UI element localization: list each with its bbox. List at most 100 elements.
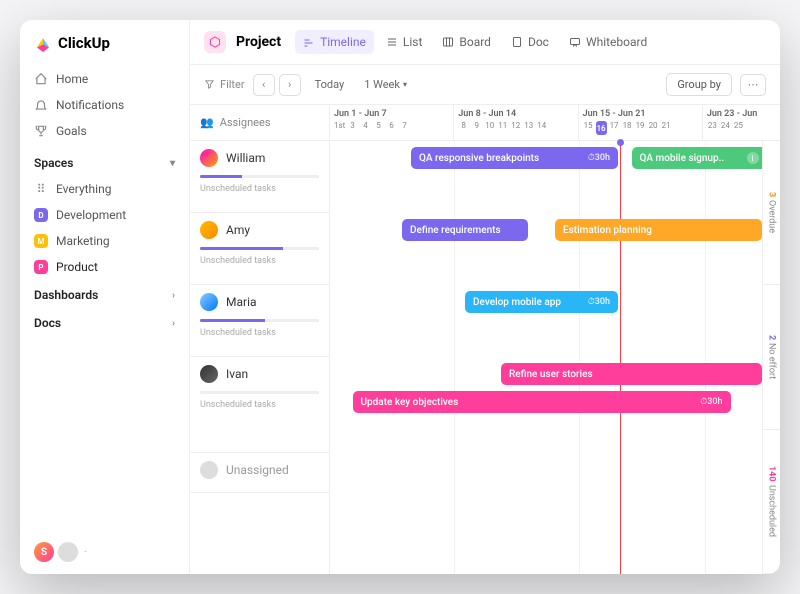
list-icon (386, 36, 398, 48)
week-label: Jun 1 - Jun 7 (334, 109, 449, 119)
assignee-row-unassigned: Unassigned (190, 453, 329, 493)
task-label: Estimation planning (563, 225, 652, 236)
view-label: Timeline (320, 35, 366, 49)
tab-label: Unscheduled (767, 485, 777, 537)
nav-goals[interactable]: Goals (20, 118, 189, 144)
team-avatar[interactable] (58, 542, 78, 562)
assignee-name: Amy (226, 223, 250, 237)
space-everything[interactable]: ⠿ Everything (20, 176, 189, 202)
unscheduled-label[interactable]: Unscheduled tasks (200, 328, 319, 338)
week-col: Jun 8 - Jun 14 891011121314 (453, 105, 577, 140)
task-develop-mobile[interactable]: Develop mobile app ⏱30h (465, 291, 618, 313)
today-marker: 16 (596, 121, 607, 135)
tab-noeffort[interactable]: 2 No effort (763, 285, 780, 429)
project-icon (204, 31, 226, 53)
task-qa-mobile[interactable]: QA mobile signup.. i (632, 147, 767, 169)
week-label: Jun 23 - Jun (707, 109, 776, 119)
group-by-label: Group by (677, 78, 721, 91)
space-marketing[interactable]: M Marketing (20, 228, 189, 254)
topbar: Project Timeline List Board Doc Whiteboa… (190, 20, 780, 65)
task-update-obj[interactable]: Update key objectives ⏱30h (353, 391, 731, 413)
view-label: Board (459, 35, 491, 49)
task-hours: ⏱30h (700, 397, 722, 407)
filter-button[interactable]: Filter (204, 78, 245, 91)
progress-bar (200, 391, 319, 394)
view-board[interactable]: Board (434, 30, 499, 54)
task-lane: Develop mobile app ⏱30h (330, 285, 780, 357)
nav-label: Goals (56, 124, 87, 138)
task-define-req[interactable]: Define requirements (402, 219, 528, 241)
nav-section: Home Notifications Goals (20, 62, 189, 148)
count: 3 (767, 192, 777, 197)
group-by-button[interactable]: Group by (666, 73, 732, 96)
assignee-header[interactable]: 👥 Assignees (190, 105, 329, 141)
task-label: QA mobile signup.. (640, 153, 725, 164)
space-development[interactable]: D Development (20, 202, 189, 228)
nav-home[interactable]: Home (20, 66, 189, 92)
spaces-header[interactable]: Spaces ▾ (20, 148, 189, 176)
space-badge: D (34, 208, 48, 222)
task-label: QA responsive breakpoints (419, 153, 539, 164)
avatar (200, 293, 218, 311)
view-list[interactable]: List (378, 30, 431, 54)
prev-button[interactable]: ‹ (253, 74, 275, 96)
task-lane: QA responsive breakpoints ⏱30h QA mobile… (330, 141, 780, 213)
people-icon: 👥 (200, 116, 214, 129)
assignee-row: William Unscheduled tasks (190, 141, 329, 213)
unscheduled-label[interactable]: Unscheduled tasks (200, 256, 319, 266)
avatar-more[interactable]: · (84, 547, 87, 558)
count: 2 (767, 335, 777, 340)
task-estimation[interactable]: Estimation planning (555, 219, 762, 241)
timeline: 👥 Assignees William Unscheduled tasks Am… (190, 105, 780, 574)
chevron-right-icon: › (172, 318, 175, 329)
dashboards-header[interactable]: Dashboards › (20, 280, 189, 308)
section-label: Docs (34, 316, 61, 330)
docs-header[interactable]: Docs › (20, 308, 189, 336)
more-button[interactable]: ⋯ (740, 74, 766, 96)
user-avatar[interactable]: S (34, 542, 54, 562)
unscheduled-label[interactable]: Unscheduled tasks (200, 184, 319, 194)
assignee-row: Ivan Unscheduled tasks (190, 357, 329, 453)
chevron-right-icon: › (172, 290, 175, 301)
grid-icon: ⠿ (34, 182, 48, 196)
week-col: Jun 1 - Jun 7 1st34567 (330, 105, 453, 140)
today-button[interactable]: Today (309, 76, 351, 93)
tab-unscheduled[interactable]: 140 Unscheduled (763, 430, 780, 574)
day: 1st (334, 121, 345, 130)
task-label: Refine user stories (509, 369, 593, 380)
progress-bar (200, 319, 319, 322)
task-hours: ⏱30h (588, 153, 610, 163)
week-label: Jun 8 - Jun 14 (458, 109, 573, 119)
task-refine[interactable]: Refine user stories (501, 363, 762, 385)
view-whiteboard[interactable]: Whiteboard (561, 30, 655, 54)
avatar (200, 221, 218, 239)
assignee-row: Maria Unscheduled tasks (190, 285, 329, 357)
view-doc[interactable]: Doc (503, 30, 557, 54)
nav-label: Notifications (56, 98, 124, 112)
tab-label: No effort (767, 343, 777, 379)
view-label: Doc (528, 35, 549, 49)
nav-notifications[interactable]: Notifications (20, 92, 189, 118)
main: Project Timeline List Board Doc Whiteboa… (190, 20, 780, 574)
timeline-grid[interactable]: Jun 1 - Jun 7 1st34567 Jun 8 - Jun 14 89… (330, 105, 780, 574)
space-product[interactable]: P Product (20, 254, 189, 280)
tab-overdue[interactable]: 3 Overdue (763, 141, 780, 285)
view-timeline[interactable]: Timeline (295, 30, 374, 54)
chevron-down-icon: ▾ (403, 80, 407, 89)
week-col: Jun 15 - Jun 21 15161718192021 (578, 105, 702, 140)
task-qa-responsive[interactable]: QA responsive breakpoints ⏱30h (411, 147, 618, 169)
avatar (200, 149, 218, 167)
count: 140 (767, 466, 777, 482)
week-label: Jun 15 - Jun 21 (583, 109, 698, 119)
range-selector[interactable]: 1 Week ▾ (358, 76, 413, 93)
next-button[interactable]: › (279, 74, 301, 96)
task-label: Develop mobile app (473, 297, 561, 308)
task-rows: QA responsive breakpoints ⏱30h QA mobile… (330, 141, 780, 453)
unscheduled-label[interactable]: Unscheduled tasks (200, 400, 319, 410)
progress-bar (200, 247, 319, 250)
task-lane: Refine user stories Update key objective… (330, 357, 780, 453)
sidebar: ClickUp Home Notifications Goals Spaces … (20, 20, 190, 574)
date-nav: ‹ › (253, 74, 301, 96)
date-header: Jun 1 - Jun 7 1st34567 Jun 8 - Jun 14 89… (330, 105, 780, 141)
trophy-icon (34, 124, 48, 138)
